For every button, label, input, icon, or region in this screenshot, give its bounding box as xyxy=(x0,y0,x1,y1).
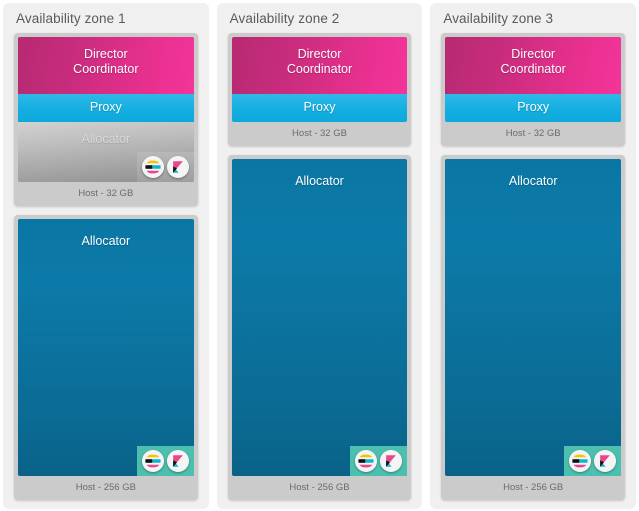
availability-zone-title: Availability zone 2 xyxy=(229,11,340,26)
proxy-block[interactable]: Proxy xyxy=(445,94,622,122)
availability-zone-panel: Availability zone 1 Director Coordinator Pr… xyxy=(3,3,209,509)
allocator-block[interactable]: Allocator xyxy=(18,219,194,476)
kibana-icon[interactable] xyxy=(594,450,617,472)
allocator-label: Allocator xyxy=(508,174,558,188)
director-coordinator-block[interactable]: Director Coordinator xyxy=(231,37,408,94)
app-icon-tray xyxy=(136,152,194,182)
instance-stack: Allocator xyxy=(231,159,408,476)
director-label: Director xyxy=(511,47,556,61)
host-label: Host - 256 GB xyxy=(289,482,350,493)
proxy-block[interactable]: Proxy xyxy=(18,94,194,122)
allocator-block[interactable]: Allocator xyxy=(445,159,622,476)
director-label: Director xyxy=(83,47,128,61)
instance-stack: Director Coordinator Proxy Allocator xyxy=(18,37,194,182)
host-label: Host - 32 GB xyxy=(78,188,134,199)
kibana-icon[interactable] xyxy=(166,156,189,178)
host-label: Host - 32 GB xyxy=(292,128,347,139)
host-card-top[interactable]: Director Coordinator Proxy Host - 32 GB xyxy=(227,33,412,146)
availability-zones-container: Availability zone 1 Director Coordinator Pr… xyxy=(0,0,639,511)
proxy-block[interactable]: Proxy xyxy=(231,94,408,122)
proxy-label: Proxy xyxy=(517,100,550,114)
host-card-bottom[interactable]: Allocator Host - 256 GB xyxy=(441,155,626,500)
host-label: Host - 256 GB xyxy=(75,482,136,493)
director-coordinator-block[interactable]: Director Coordinator xyxy=(18,37,194,94)
proxy-label: Proxy xyxy=(303,100,336,114)
coordinator-label: Coordinator xyxy=(73,62,139,76)
allocator-label: Allocator xyxy=(81,234,131,248)
elasticsearch-icon[interactable] xyxy=(141,156,164,178)
instance-stack: Director Coordinator Proxy xyxy=(445,37,622,122)
director-label: Director xyxy=(297,47,342,61)
coordinator-label: Coordinator xyxy=(500,62,566,76)
allocator-label: Allocator xyxy=(295,174,344,188)
instance-stack: Director Coordinator Proxy xyxy=(231,37,408,122)
availability-zone-title: Availability zone 3 xyxy=(443,11,554,26)
coordinator-label: Coordinator xyxy=(286,62,353,76)
elasticsearch-icon[interactable] xyxy=(569,450,592,472)
app-icon-tray xyxy=(564,446,622,476)
availability-zone-panel: Availability zone 3 Director Coordinator Pr… xyxy=(430,3,637,509)
kibana-icon[interactable] xyxy=(166,450,189,472)
proxy-label: Proxy xyxy=(89,100,122,114)
elasticsearch-icon[interactable] xyxy=(355,450,378,472)
elasticsearch-icon[interactable] xyxy=(141,450,164,472)
host-card-bottom[interactable]: Allocator Host - 256 GB xyxy=(14,215,198,500)
kibana-icon[interactable] xyxy=(380,450,403,472)
app-icon-tray xyxy=(350,446,408,476)
availability-zone-title: Availability zone 1 xyxy=(16,11,126,26)
host-card-top[interactable]: Director Coordinator Proxy Allocator Host -… xyxy=(14,33,198,206)
availability-zone-panel: Availability zone 2 Director Coordinator Pr… xyxy=(216,3,423,509)
instance-stack: Allocator xyxy=(18,219,194,476)
host-label: Host - 256 GB xyxy=(503,482,564,493)
allocator-block[interactable]: Allocator xyxy=(231,159,408,476)
host-card-top[interactable]: Director Coordinator Proxy Host - 32 GB xyxy=(441,33,626,146)
host-label: Host - 32 GB xyxy=(505,128,561,139)
director-coordinator-block[interactable]: Director Coordinator xyxy=(445,37,622,94)
allocator-label: Allocator xyxy=(81,132,131,146)
app-icon-tray xyxy=(136,446,194,476)
instance-stack: Allocator xyxy=(445,159,622,476)
host-card-bottom[interactable]: Allocator Host - 256 GB xyxy=(227,155,412,500)
